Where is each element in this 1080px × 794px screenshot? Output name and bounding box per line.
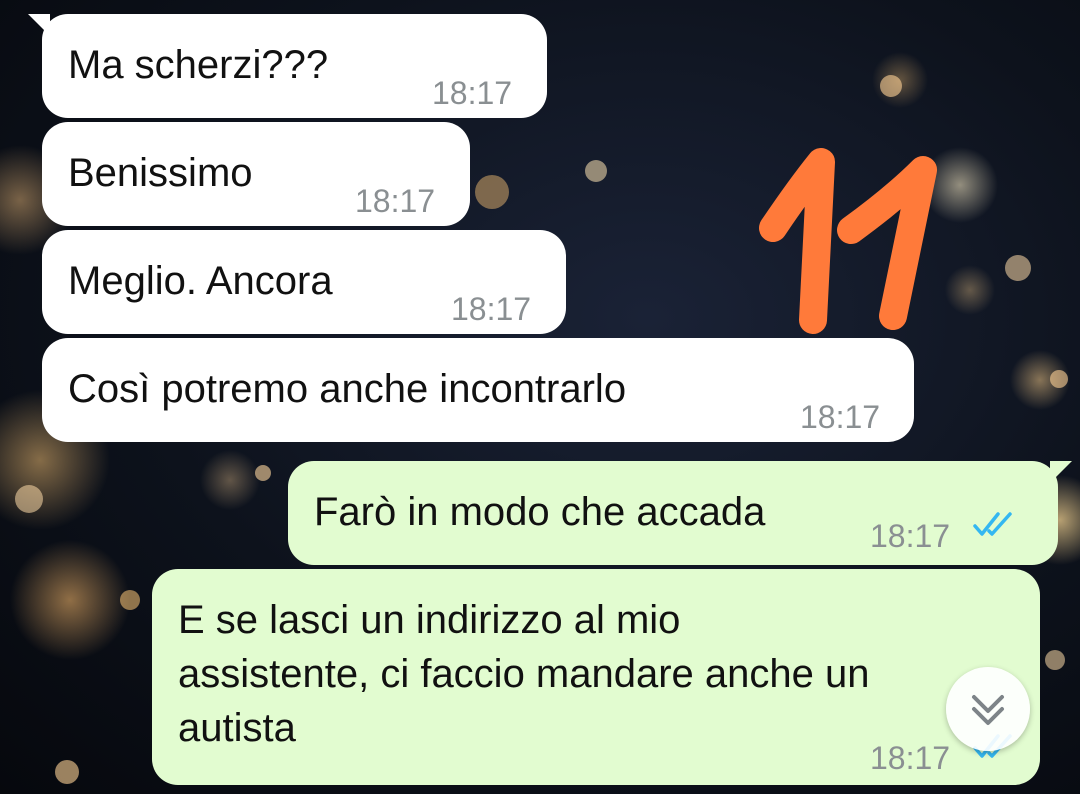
outgoing-message[interactable]: E se lasci un indirizzo al mio assistent… bbox=[152, 569, 1040, 785]
double-chevron-down-icon bbox=[972, 695, 1004, 725]
outgoing-message[interactable]: Farò in modo che accada 18:17 bbox=[288, 461, 1072, 565]
message-time: 18:17 bbox=[870, 518, 951, 554]
message-text-line: autista bbox=[178, 706, 296, 750]
message-text: Così potremo anche incontrarlo bbox=[68, 367, 627, 411]
incoming-message[interactable]: Così potremo anche incontrarlo 18:17 bbox=[42, 338, 914, 442]
incoming-message[interactable]: Benissimo 18:17 bbox=[42, 122, 470, 226]
message-time: 18:17 bbox=[432, 75, 513, 111]
message-time: 18:17 bbox=[870, 740, 951, 776]
message-time: 18:17 bbox=[355, 183, 436, 219]
overlay-stroke bbox=[837, 156, 937, 330]
message-text-line: assistente, ci faccio mandare anche un bbox=[178, 652, 870, 696]
scroll-to-bottom-button[interactable] bbox=[946, 667, 1030, 751]
message-text: Meglio. Ancora bbox=[68, 259, 333, 303]
background-bokeh bbox=[1050, 370, 1068, 388]
bubble-tail bbox=[1050, 461, 1072, 483]
message-text: Benissimo bbox=[68, 151, 253, 195]
background-bokeh bbox=[255, 465, 271, 481]
background-bokeh bbox=[585, 160, 607, 182]
background-bokeh bbox=[55, 760, 79, 784]
orange-number-overlay bbox=[759, 148, 937, 334]
background-bokeh bbox=[475, 175, 509, 209]
overlay-stroke bbox=[759, 148, 835, 334]
message-text: Ma scherzi??? bbox=[68, 43, 329, 87]
incoming-message[interactable]: Ma scherzi??? 18:17 bbox=[28, 14, 547, 118]
bubble-tail bbox=[28, 14, 50, 36]
background-bokeh bbox=[15, 485, 43, 513]
background-bokeh bbox=[120, 590, 140, 610]
incoming-message[interactable]: Meglio. Ancora 18:17 bbox=[42, 230, 566, 334]
message-time: 18:17 bbox=[800, 399, 881, 435]
message-text: Farò in modo che accada bbox=[314, 490, 766, 534]
background-bokeh bbox=[1005, 255, 1031, 281]
background-bokeh bbox=[1045, 650, 1065, 670]
background-bokeh bbox=[880, 75, 902, 97]
message-text-line: E se lasci un indirizzo al mio bbox=[178, 598, 681, 642]
read-double-tick-icon bbox=[973, 512, 1012, 536]
message-time: 18:17 bbox=[451, 291, 532, 327]
